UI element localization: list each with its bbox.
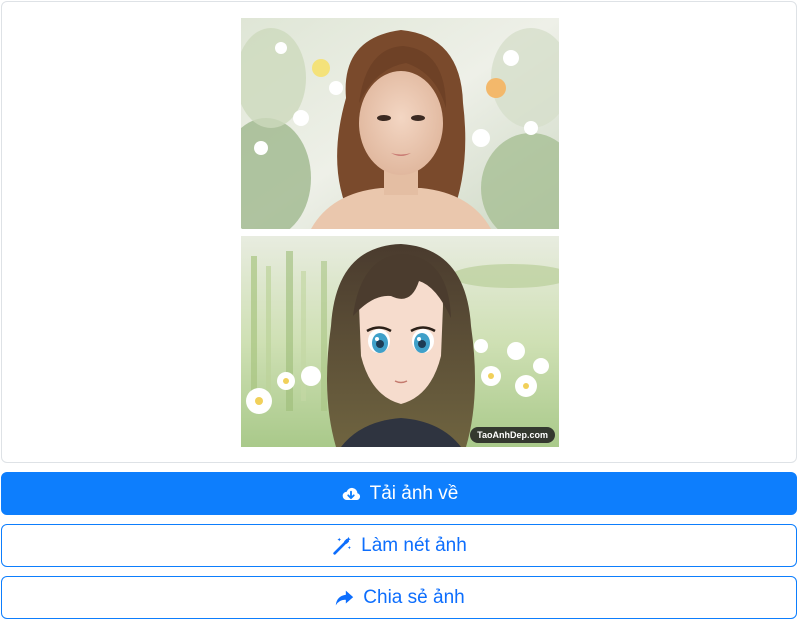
original-photo-image (241, 18, 559, 229)
share-arrow-icon (333, 587, 355, 609)
watermark-badge: TaoAnhDep.com (470, 427, 555, 443)
cloud-download-icon (340, 483, 362, 505)
original-photo (241, 18, 559, 229)
anime-photo: TaoAnhDep.com (241, 236, 559, 447)
enhance-label: Làm nét ảnh (361, 534, 467, 556)
magic-wand-icon (331, 535, 353, 557)
enhance-button[interactable]: Làm nét ảnh (1, 524, 797, 567)
download-button[interactable]: Tải ảnh về (1, 472, 797, 515)
download-label: Tải ảnh về (369, 482, 459, 504)
result-card: TaoAnhDep.com (1, 1, 797, 463)
share-button[interactable]: Chia sẻ ảnh (1, 576, 797, 619)
share-label: Chia sẻ ảnh (363, 586, 465, 608)
anime-photo-image (241, 236, 559, 447)
